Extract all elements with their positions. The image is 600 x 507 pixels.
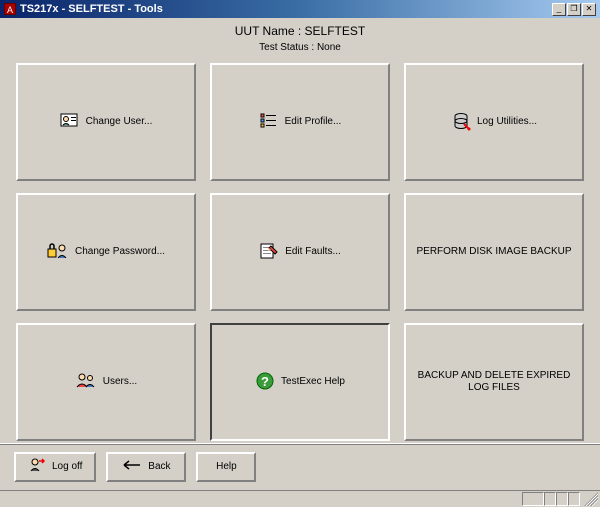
user-card-icon [60, 112, 80, 133]
help-icon: ? [255, 371, 275, 394]
maximize-button[interactable]: ❐ [567, 3, 581, 16]
content-area: UUT Name : SELFTEST Test Status : None C… [0, 18, 600, 445]
users-button[interactable]: Users... [16, 323, 196, 441]
logoff-icon [28, 457, 46, 476]
resize-grip[interactable] [584, 492, 598, 506]
window-controls: _ ❐ ✕ [552, 3, 596, 16]
minimize-button[interactable]: _ [552, 3, 566, 16]
edit-profile-button[interactable]: Edit Profile... [210, 63, 390, 181]
status-cell-small [568, 492, 580, 506]
footer-toolbar: Log off Back Help [0, 443, 600, 489]
back-button[interactable]: Back [106, 452, 186, 482]
tile-label: Log Utilities... [477, 116, 537, 128]
tile-label: Edit Faults... [285, 246, 341, 258]
button-label: Back [148, 461, 170, 472]
status-cell-small [544, 492, 556, 506]
help-button[interactable]: Help [196, 452, 256, 482]
statusbar [0, 490, 600, 507]
arrow-left-icon [122, 460, 142, 473]
status-cell-small [556, 492, 568, 506]
logoff-button[interactable]: Log off [14, 452, 96, 482]
perform-disk-image-backup-button[interactable]: PERFORM DISK IMAGE BACKUP [404, 193, 584, 311]
status-cell [522, 492, 544, 506]
button-label: Help [216, 461, 237, 472]
tile-label: Edit Profile... [285, 116, 342, 128]
window-title: TS217x - SELFTEST - Tools [20, 3, 552, 15]
header: UUT Name : SELFTEST Test Status : None [10, 24, 590, 53]
tile-label: Users... [103, 376, 137, 388]
edit-faults-button[interactable]: Edit Faults... [210, 193, 390, 311]
tools-grid: Change User... Edit Profile... [10, 59, 590, 445]
edit-note-icon [259, 242, 279, 263]
profile-list-icon [259, 112, 279, 133]
database-icon [451, 111, 471, 134]
uut-name-label: UUT Name : SELFTEST [10, 24, 590, 38]
titlebar: A TS217x - SELFTEST - Tools _ ❐ ✕ [0, 0, 600, 18]
testexec-help-button[interactable]: ? TestExec Help [210, 323, 390, 441]
tile-label: BACKUP AND DELETE EXPIRED LOG FILES [410, 370, 578, 394]
tile-label: Change Password... [75, 246, 165, 258]
svg-text:?: ? [261, 374, 269, 389]
tile-label: PERFORM DISK IMAGE BACKUP [416, 246, 571, 258]
test-status-label: Test Status : None [10, 42, 590, 53]
app-icon: A [4, 3, 16, 15]
change-password-button[interactable]: Change Password... [16, 193, 196, 311]
button-label: Log off [52, 461, 82, 472]
log-utilities-button[interactable]: Log Utilities... [404, 63, 584, 181]
users-icon [75, 372, 97, 393]
lock-user-icon [47, 242, 69, 263]
change-user-button[interactable]: Change User... [16, 63, 196, 181]
close-button[interactable]: ✕ [582, 3, 596, 16]
tile-label: Change User... [86, 116, 153, 128]
backup-delete-expired-log-button[interactable]: BACKUP AND DELETE EXPIRED LOG FILES [404, 323, 584, 441]
tile-label: TestExec Help [281, 376, 345, 388]
